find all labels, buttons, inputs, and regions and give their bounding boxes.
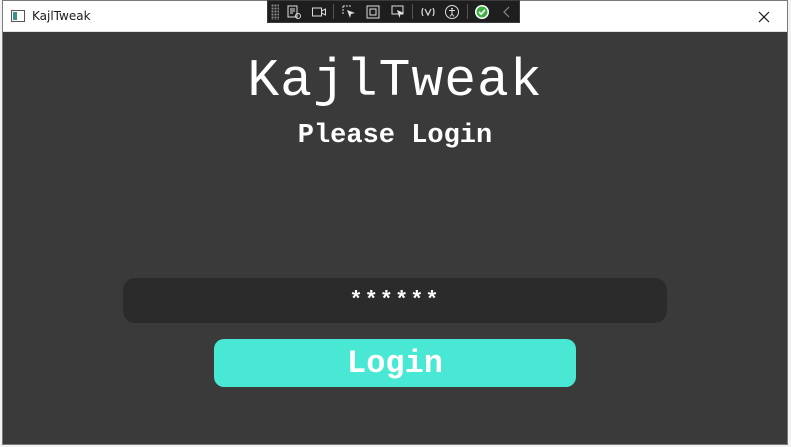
debug-toolbar	[267, 0, 520, 23]
window-title: KajlTweak	[32, 9, 91, 23]
app-title: KajlTweak	[247, 51, 543, 111]
login-button[interactable]: Login	[214, 339, 576, 387]
app-window-icon	[11, 10, 25, 22]
login-subtitle: Please Login	[297, 121, 493, 151]
select-element-button[interactable]	[336, 1, 361, 22]
display-layout-icon	[366, 5, 380, 18]
track-focus-button[interactable]	[386, 1, 411, 22]
verified-button[interactable]	[470, 1, 495, 22]
toolbar-grip-icon[interactable]	[271, 4, 279, 20]
close-icon	[758, 11, 770, 22]
accessibility-button[interactable]	[440, 1, 465, 22]
collapse-toolbar-button[interactable]	[494, 1, 519, 22]
app-window: KajlTweak KajlTweak Please Login Login	[2, 0, 788, 445]
display-layout-button[interactable]	[361, 1, 386, 22]
accessibility-icon	[445, 4, 460, 19]
select-element-icon	[342, 5, 355, 18]
collapse-icon	[502, 6, 510, 17]
toolbar-divider	[466, 4, 468, 19]
password-field[interactable]	[123, 278, 667, 323]
track-focus-icon	[391, 5, 405, 18]
visual-tree-icon	[287, 5, 302, 19]
close-button[interactable]	[741, 1, 787, 32]
toolbar-divider	[412, 4, 414, 19]
hot-reload-button[interactable]	[415, 1, 440, 22]
verified-icon	[475, 4, 490, 19]
visual-tree-button[interactable]	[282, 1, 307, 22]
hot-reload-icon	[421, 7, 435, 16]
login-view: KajlTweak Please Login Login	[3, 33, 787, 444]
toolbar-divider	[333, 4, 335, 19]
record-icon	[312, 7, 327, 16]
record-button[interactable]	[307, 1, 332, 22]
